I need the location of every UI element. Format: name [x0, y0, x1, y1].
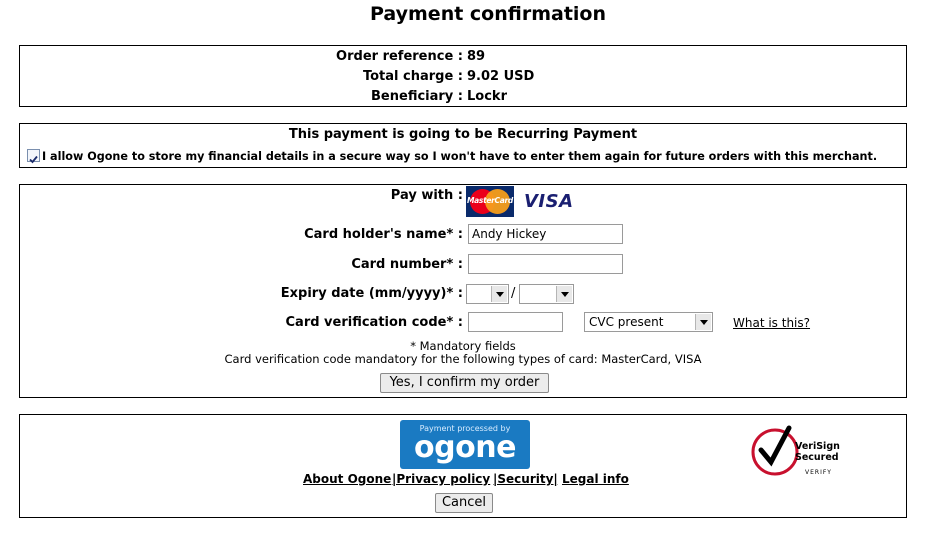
total-charge-label: Total charge :	[362, 69, 463, 84]
verisign-verify: VERIFY	[805, 469, 832, 476]
expiry-year-select[interactable]	[519, 284, 574, 304]
card-number-input[interactable]	[468, 254, 623, 274]
chevron-down-icon	[695, 314, 711, 330]
cvc-label: Card verification code* :	[285, 315, 464, 330]
about-ogone-link[interactable]: About Ogone	[303, 472, 391, 486]
legal-info-link[interactable]: Legal info	[562, 472, 629, 486]
privacy-policy-link[interactable]: |Privacy policy	[392, 472, 490, 486]
verisign-line1: VeriSign	[795, 441, 840, 452]
beneficiary-label: Beneficiary :	[371, 89, 463, 104]
cvc-presence-select[interactable]: CVC present	[584, 312, 713, 332]
recurring-heading: This payment is going to be Recurring Pa…	[288, 127, 638, 142]
mandatory-note: * Mandatory fields	[410, 339, 516, 353]
expiry-month-select[interactable]	[466, 284, 509, 304]
total-charge-value: 9.02 USD	[467, 69, 535, 84]
card-holder-input[interactable]	[468, 224, 623, 244]
expiry-separator: /	[511, 286, 516, 301]
verisign-line2: Secured	[795, 452, 839, 463]
beneficiary-value: Lockr	[467, 89, 507, 104]
cvc-input[interactable]	[468, 312, 563, 332]
order-reference-value: 89	[467, 49, 486, 64]
chevron-down-icon	[556, 286, 572, 302]
expiry-date-label: Expiry date (mm/yyyy)* :	[280, 286, 463, 301]
chevron-down-icon	[491, 286, 507, 302]
security-link[interactable]: |Security|	[493, 472, 558, 486]
verisign-seal[interactable]: VeriSign Secured VERIFY	[749, 424, 845, 480]
card-number-label: Card number* :	[351, 257, 463, 272]
consent-checkbox[interactable]	[27, 149, 40, 164]
mastercard-logo: MasterCard	[466, 186, 514, 217]
cancel-button[interactable]: Cancel	[435, 493, 493, 513]
ogone-logo[interactable]: Payment processed by ogone	[400, 420, 530, 469]
checkmark-icon	[29, 155, 38, 164]
consent-text: I allow Ogone to store my financial deta…	[42, 150, 878, 163]
card-holder-label: Card holder's name* :	[304, 227, 463, 242]
mastercard-text: MasterCard	[467, 196, 513, 205]
order-reference-label: Order reference :	[336, 49, 463, 64]
cvc-help-link[interactable]: What is this?	[733, 316, 810, 330]
visa-logo: VISA	[524, 191, 574, 212]
cvc-mandatory-note: Card verification code mandatory for the…	[224, 352, 702, 366]
confirm-order-button[interactable]: Yes, I confirm my order	[380, 373, 549, 393]
order-summary-box	[19, 45, 907, 107]
page-title: Payment confirmation	[369, 3, 607, 25]
pay-with-label: Pay with :	[390, 188, 463, 203]
ogone-wordmark: ogone	[414, 430, 516, 465]
